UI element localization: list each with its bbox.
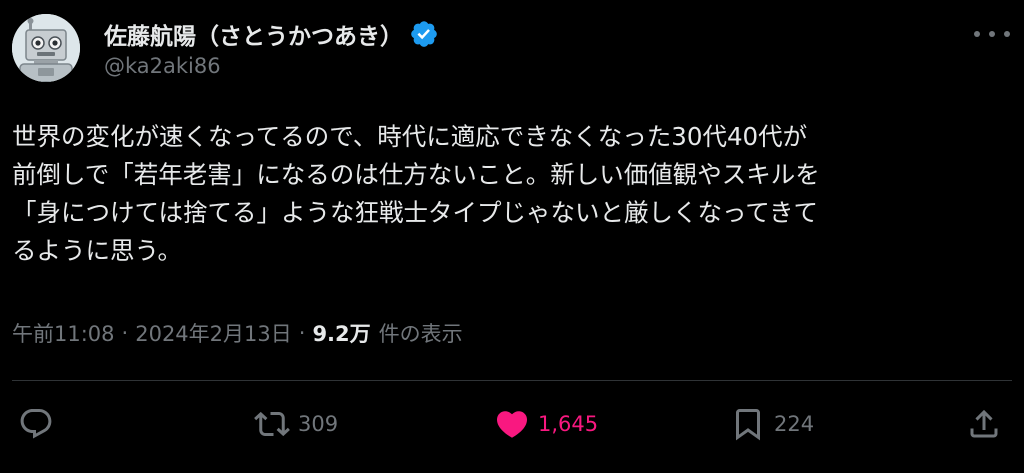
meta-separator: · (121, 321, 129, 345)
robot-avatar-icon (12, 14, 80, 82)
reply-icon (20, 409, 52, 439)
avatar[interactable] (12, 14, 80, 82)
tweet-text-line: るように思う。 (12, 236, 183, 265)
tweet-text-line: 前倒しで「若年老害」になるのは仕方ないこと。新しい価値観やスキルを (12, 160, 820, 189)
bookmark-icon (736, 409, 760, 441)
more-dot (1004, 31, 1010, 37)
action-bar: 309 1,645 224 (0, 400, 1024, 450)
retweet-button[interactable]: 309 (254, 404, 338, 444)
reply-button[interactable] (18, 404, 54, 444)
tweet-text: 世界の変化が速くなってるので、時代に適応できなくなった30代40代が 前倒しで「… (12, 118, 1012, 270)
tweet-date[interactable]: 2024年2月13日 (135, 318, 292, 348)
tweet-text-line: 世界の変化が速くなってるので、時代に適応できなくなった30代40代が (12, 122, 808, 151)
verified-badge-icon[interactable] (409, 19, 439, 49)
tweet-meta: 午前11:08 · 2024年2月13日 · 9.2万 件の表示 (12, 318, 463, 348)
divider (12, 380, 1012, 381)
views-label: 件の表示 (378, 322, 463, 346)
more-options-icon[interactable] (974, 22, 1010, 46)
more-dot (974, 31, 980, 37)
tweet: 佐藤航陽（さとうかつあき） @ka2aki86 世界の変化が速くなってるので、時… (0, 0, 1024, 473)
like-count: 1,645 (538, 412, 599, 436)
share-icon (970, 409, 998, 438)
author-handle[interactable]: @ka2aki86 (104, 54, 221, 78)
heart-icon (496, 411, 528, 438)
like-button[interactable]: 1,645 (494, 404, 598, 444)
bookmark-button[interactable]: 224 (730, 404, 814, 444)
retweet-count: 309 (298, 412, 339, 436)
author-name-row: 佐藤航陽（さとうかつあき） (104, 17, 439, 51)
views-count[interactable]: 9.2万 (312, 318, 370, 348)
retweet-icon (254, 411, 290, 437)
author-display-name[interactable]: 佐藤航陽（さとうかつあき） (104, 17, 403, 51)
bookmark-count: 224 (774, 412, 815, 436)
more-dot (989, 31, 995, 37)
tweet-text-line: 「身につけては捨てる」ような狂戦士タイプじゃないと厳しくなってきて (12, 198, 819, 227)
tweet-time[interactable]: 午前11:08 (12, 318, 115, 348)
meta-separator: · (298, 321, 306, 345)
share-button[interactable] (966, 404, 1002, 444)
